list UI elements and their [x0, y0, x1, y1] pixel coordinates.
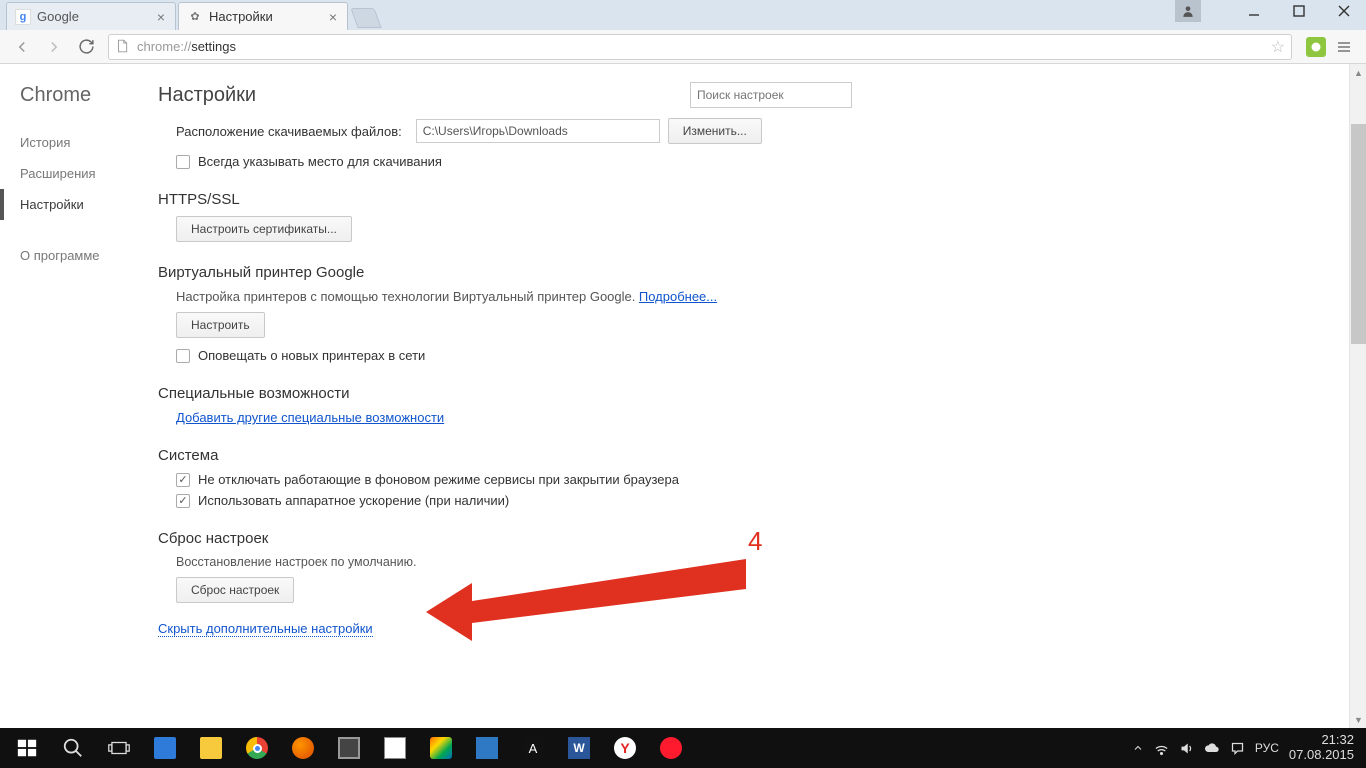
hardware-accel-checkbox[interactable]: [176, 494, 190, 508]
window-controls: [1175, 0, 1366, 22]
scroll-down-icon[interactable]: ▼: [1350, 711, 1366, 728]
taskbar-word-icon[interactable]: W: [556, 728, 602, 768]
https-heading: HTTPS/SSL: [158, 191, 1342, 208]
settings-sidebar: Chrome История Расширения Настройки О пр…: [0, 64, 158, 728]
reset-settings-button[interactable]: Сброс настроек: [176, 577, 294, 603]
cloudprint-heading: Виртуальный принтер Google: [158, 264, 1342, 281]
tray-volume-icon[interactable]: [1179, 741, 1194, 756]
sidebar-item-settings[interactable]: Настройки: [0, 189, 158, 220]
close-tab-icon[interactable]: ×: [157, 10, 165, 24]
hide-advanced-link[interactable]: Скрыть дополнительные настройки: [158, 621, 373, 637]
tray-chevron-icon[interactable]: [1132, 742, 1144, 754]
tray-date: 07.08.2015: [1289, 748, 1354, 763]
google-favicon-icon: g: [15, 9, 31, 25]
a11y-heading: Специальные возможности: [158, 385, 1342, 402]
close-tab-icon[interactable]: ×: [329, 10, 337, 24]
taskbar-app-icon[interactable]: [464, 728, 510, 768]
scroll-up-icon[interactable]: ▲: [1350, 64, 1366, 81]
system-heading: Система: [158, 447, 1342, 464]
extension-icon[interactable]: [1306, 37, 1326, 57]
cloudprint-configure-button[interactable]: Настроить: [176, 312, 265, 338]
change-download-button[interactable]: Изменить...: [668, 118, 762, 144]
cloudprint-more-link[interactable]: Подробнее...: [639, 289, 717, 304]
taskbar-calculator-icon[interactable]: [326, 728, 372, 768]
add-a11y-link[interactable]: Добавить другие специальные возможности: [176, 410, 444, 425]
reset-desc: Восстановление настроек по умолчанию.: [176, 555, 1342, 569]
chrome-menu-button[interactable]: [1330, 33, 1358, 61]
sidebar-item-history[interactable]: История: [20, 127, 158, 158]
taskbar-chrome-icon[interactable]: [234, 728, 280, 768]
downloads-label: Расположение скачиваемых файлов:: [176, 124, 402, 139]
sidebar-item-extensions[interactable]: Расширения: [20, 158, 158, 189]
taskbar-app-icon[interactable]: A: [510, 728, 556, 768]
cloudprint-desc: Настройка принтеров с помощью технологии…: [176, 289, 635, 304]
tabstrip: g Google × ✿ Настройки ×: [0, 0, 1366, 30]
download-path-field[interactable]: [416, 119, 660, 143]
gear-icon: ✿: [187, 9, 203, 25]
url-text: chrome://settings: [137, 39, 1267, 54]
tray-clock[interactable]: 21:32 07.08.2015: [1289, 733, 1354, 763]
taskbar-firefox-icon[interactable]: [280, 728, 326, 768]
taskbar-edge-icon[interactable]: [142, 728, 188, 768]
reset-heading: Сброс настроек: [158, 530, 1342, 547]
tab-settings[interactable]: ✿ Настройки ×: [178, 2, 348, 30]
tray-time: 21:32: [1289, 733, 1354, 748]
manage-certificates-button[interactable]: Настроить сертификаты...: [176, 216, 352, 242]
taskbar-yandex-icon[interactable]: Y: [602, 728, 648, 768]
taskbar: A W Y РУС 21:32 07.08.2015: [0, 728, 1366, 768]
background-apps-label: Не отключать работающие в фоновом режиме…: [198, 472, 679, 487]
taskbar-notepad-icon[interactable]: [372, 728, 418, 768]
tray-action-center-icon[interactable]: [1230, 741, 1245, 756]
ask-location-label: Всегда указывать место для скачивания: [198, 154, 442, 169]
start-button[interactable]: [4, 728, 50, 768]
vertical-scrollbar[interactable]: ▲ ▼: [1349, 64, 1366, 728]
annotation-arrow-icon: [426, 557, 756, 670]
search-settings-input[interactable]: [690, 82, 852, 108]
omnibox[interactable]: chrome://settings ☆: [108, 34, 1292, 60]
tab-label: Настройки: [209, 9, 273, 24]
scrollbar-thumb[interactable]: [1351, 124, 1366, 344]
settings-main: Настройки Расположение скачиваемых файло…: [158, 64, 1366, 728]
forward-button[interactable]: [40, 33, 68, 61]
close-window-button[interactable]: [1321, 0, 1366, 22]
system-tray: РУС 21:32 07.08.2015: [1132, 733, 1362, 763]
profile-icon[interactable]: [1175, 0, 1201, 22]
reload-button[interactable]: [72, 33, 100, 61]
tray-onedrive-icon[interactable]: [1204, 742, 1220, 754]
page-icon: [115, 39, 131, 55]
page-title: Настройки: [158, 84, 256, 107]
taskbar-explorer-icon[interactable]: [188, 728, 234, 768]
tab-label: Google: [37, 9, 79, 24]
tray-language[interactable]: РУС: [1255, 741, 1279, 755]
sidebar-brand: Chrome: [20, 84, 158, 107]
taskview-button[interactable]: [96, 728, 142, 768]
tray-network-icon[interactable]: [1154, 741, 1169, 756]
back-button[interactable]: [8, 33, 36, 61]
minimize-button[interactable]: [1231, 0, 1276, 22]
tab-google[interactable]: g Google ×: [6, 2, 176, 30]
taskbar-paint-icon[interactable]: [418, 728, 464, 768]
maximize-button[interactable]: [1276, 0, 1321, 22]
notify-printers-checkbox[interactable]: [176, 349, 190, 363]
background-apps-checkbox[interactable]: [176, 473, 190, 487]
hardware-accel-label: Использовать аппаратное ускорение (при н…: [198, 493, 509, 508]
search-button[interactable]: [50, 728, 96, 768]
ask-location-checkbox[interactable]: [176, 155, 190, 169]
toolbar: chrome://settings ☆: [0, 30, 1366, 64]
new-tab-button[interactable]: [350, 8, 381, 28]
sidebar-item-about[interactable]: О программе: [20, 240, 158, 271]
taskbar-opera-icon[interactable]: [648, 728, 694, 768]
bookmark-star-icon[interactable]: ☆: [1271, 37, 1285, 57]
notify-printers-label: Оповещать о новых принтерах в сети: [198, 348, 425, 363]
